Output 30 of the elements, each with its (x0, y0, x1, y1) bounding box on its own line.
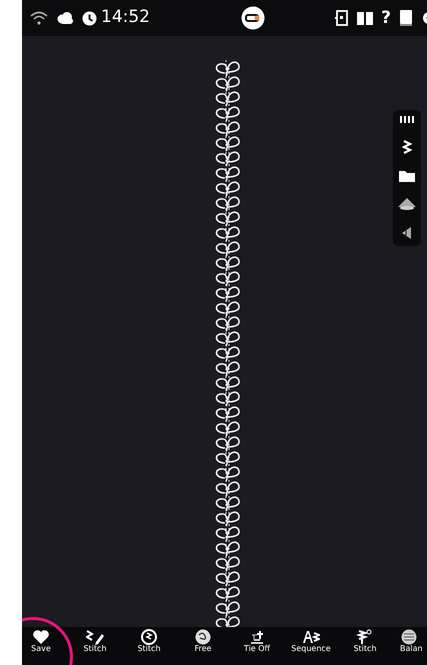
book-icon[interactable] (357, 11, 374, 25)
help-icon[interactable]: ? (381, 10, 391, 26)
heart-icon (32, 629, 50, 645)
toolbar-button[interactable]: Stitch (122, 627, 176, 665)
stitch-number-icon (356, 629, 374, 645)
clock-time: 14:52 (101, 6, 150, 30)
cloud-icon (56, 12, 74, 24)
free-motion-icon (194, 629, 212, 645)
folder-icon[interactable] (399, 170, 415, 182)
toolbar-button[interactable]: Sequence (284, 627, 338, 665)
tie-off-icon (248, 629, 266, 645)
toolbar-button[interactable]: Free (176, 627, 230, 665)
zigzag-icon[interactable] (402, 140, 412, 154)
tablet-icon[interactable] (399, 10, 413, 26)
wifi-icon (30, 11, 48, 25)
toolbar-button[interactable]: Save (22, 627, 68, 665)
pyramid-icon[interactable] (398, 198, 416, 210)
toolbar-button[interactable]: Stitch (338, 627, 392, 665)
toolbar-button[interactable]: Stitch (68, 627, 122, 665)
toolbar-button[interactable]: Balan (392, 627, 427, 665)
stitch-pencil-icon (86, 629, 104, 645)
presser-foot-icon[interactable] (240, 6, 265, 30)
stitch-cycle-icon (140, 629, 158, 645)
stitch-width-icon[interactable] (400, 116, 414, 124)
wedge-icon[interactable] (401, 226, 413, 240)
door-icon[interactable] (335, 10, 350, 26)
clock-icon (82, 10, 97, 26)
toolbar-button[interactable]: Tie Off (230, 627, 284, 665)
sequence-icon (302, 629, 320, 645)
balance-icon (400, 629, 418, 645)
